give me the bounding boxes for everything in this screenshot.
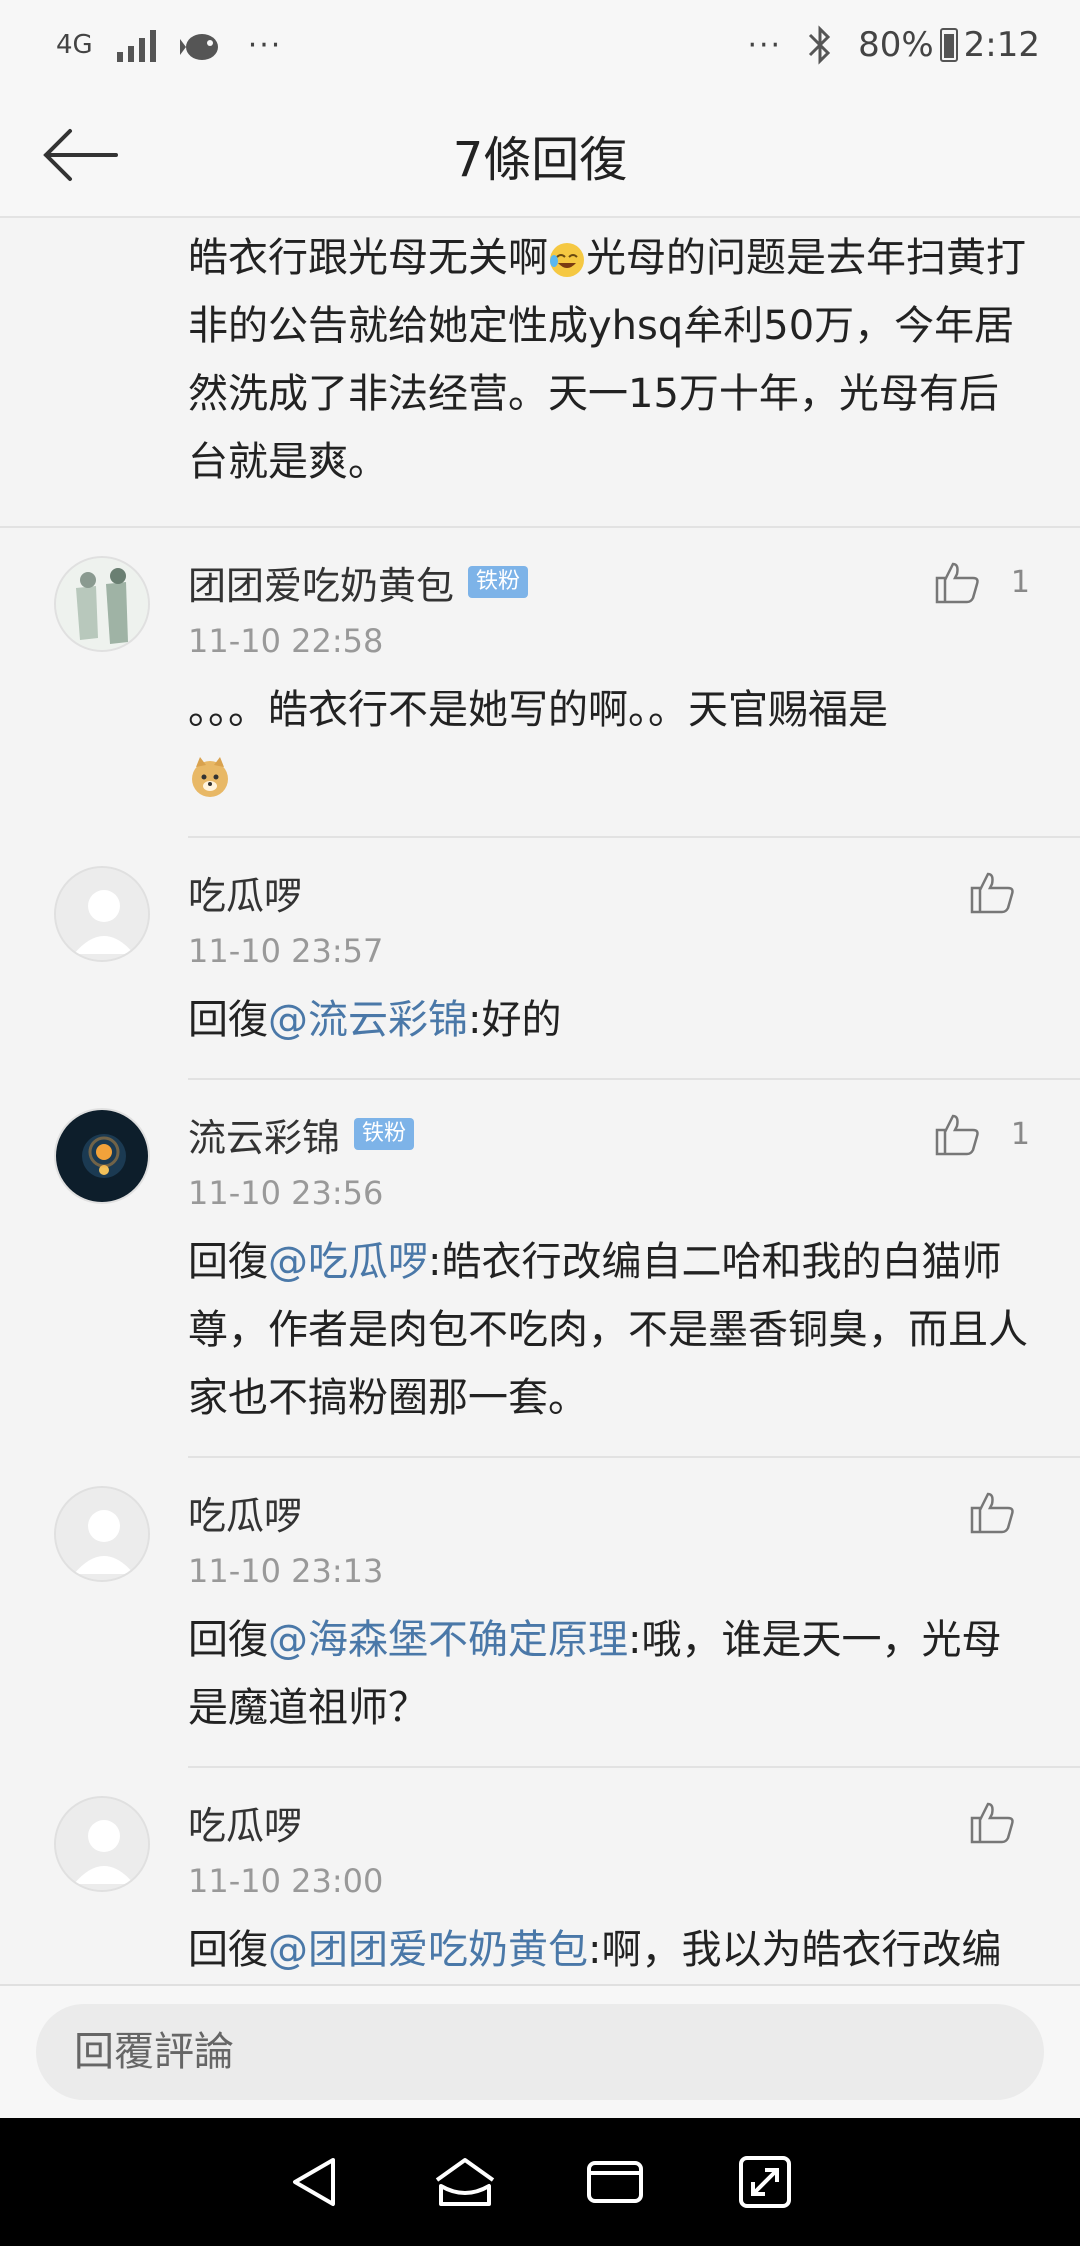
mention-link[interactable]: @吃瓜啰 [268,1239,428,1285]
like-area[interactable] [968,1490,1016,1534]
nav-recents-icon [587,2161,643,2203]
page-title: 7條回復 [452,132,628,188]
thumbs-up-icon[interactable] [968,1490,1016,1534]
reply-text-content: :好的 [468,997,562,1043]
reply-item[interactable]: 流云彩锦 铁粉 1 11-10 23:56 回復@吃瓜啰:皓衣行改编自二哈和我的… [0,1080,1080,1458]
mention-link[interactable]: @流云彩锦 [268,997,468,1043]
avatar[interactable] [54,556,150,652]
reply-text: 回復@团团爱吃奶黄包:啊，我以为皓衣行改编的我的二狗师傅什么的，都是dg，搞混了 [188,1916,1040,1984]
mention-link[interactable]: @海森堡不确定原理 [268,1617,628,1663]
reply-item[interactable]: 团团爱吃奶黄包 铁粉 1 11-10 22:58 。。。皓衣行不是她写的啊。。天… [0,528,1080,838]
nav-recents-button[interactable] [575,2142,655,2222]
name-row: 吃瓜啰 [188,1484,1040,1540]
username[interactable]: 团团爱吃奶黄包 [188,555,454,610]
username[interactable]: 吃瓜啰 [188,1795,302,1850]
expand-screen-icon [739,2156,791,2208]
name-row: 流云彩锦 铁粉 [188,1106,1040,1162]
status-left: 4G ··· [56,23,282,67]
laughing-crying-emoji-icon [550,243,584,277]
avatar-art-icon [56,558,148,650]
reply-text: 回復@吃瓜啰:皓衣行改编自二哈和我的白猫师尊，作者是肉包不吃肉，不是墨香铜臭，而… [188,1228,1040,1432]
username[interactable]: 吃瓜啰 [188,1485,302,1540]
nav-home-button[interactable] [425,2142,505,2222]
battery-percent: 80% [858,25,934,65]
status-bar: 4G ··· ··· 80% 2:12 [0,0,1080,90]
status-right: ··· 80% 2:12 [747,25,1040,65]
lantern-avatar-icon [56,1110,148,1202]
system-nav-bar [0,2118,1080,2246]
nav-back-button[interactable] [275,2142,355,2222]
reply-comment-input[interactable]: 回覆評論 [36,2004,1044,2100]
fish-app-icon [179,34,218,60]
avatar[interactable] [54,1486,150,1582]
reply-item[interactable]: 吃瓜啰 11-10 23:00 回復@团团爱吃奶黄包:啊，我以为皓衣行改编的我的… [0,1768,1080,1984]
reply-item[interactable]: 吃瓜啰 11-10 23:13 回復@海森堡不确定原理:哦，谁是天一，光母是魔道… [0,1458,1080,1768]
default-avatar-icon [56,868,148,960]
bottom-bar: 回覆評論 [0,1984,1080,2118]
reply-text: 回復@海森堡不确定原理:哦，谁是天一，光母是魔道祖师？ [188,1606,1040,1742]
battery-icon [939,28,958,62]
reply-text: 。。。皓衣行不是她写的啊。。天官赐福是 [188,676,1040,812]
username[interactable]: 吃瓜啰 [188,865,302,920]
status-more-dots: ··· [247,27,283,63]
reply-prefix: 回復 [188,997,268,1043]
timestamp: 11-10 23:56 [188,1174,384,1212]
doge-emoji-icon [192,757,228,797]
like-area[interactable] [968,1800,1016,1844]
reply-prefix: 回復 [188,1617,268,1663]
reply-item[interactable]: 吃瓜啰 11-10 23:57 回復@流云彩锦:好的 [0,838,1080,1080]
thumbs-up-icon[interactable] [933,1112,981,1156]
fan-badge: 铁粉 [354,1118,415,1150]
like-area[interactable]: 1 [933,1112,1030,1156]
reply-prefix: 回復 [188,1239,268,1285]
signal-icon [116,28,156,62]
reply-prefix: 回復 [188,1927,268,1973]
like-area[interactable]: 1 [933,560,1030,604]
reply-text-content: 。。。皓衣行不是她写的啊。。天官赐福是 [188,687,888,733]
main-reply-text: 皓衣行跟光母无关啊 光母的问题是去年扫黄打非的公告就给她定性成yhsq牟利50万，… [0,220,1080,528]
avatar[interactable] [54,1108,150,1204]
timestamp: 11-10 23:13 [188,1552,384,1590]
name-row: 团团爱吃奶黄包 铁粉 [188,554,1040,610]
avatar[interactable] [54,1796,150,1892]
username[interactable]: 流云彩锦 [188,1107,340,1162]
avatar[interactable] [54,866,150,962]
fan-badge: 铁粉 [468,566,529,598]
mention-link[interactable]: @团团爱吃奶黄包 [268,1927,588,1973]
timestamp: 11-10 23:00 [188,1862,384,1900]
name-row: 吃瓜啰 [188,1794,1040,1850]
nav-back-icon [293,2158,335,2206]
timestamp: 11-10 22:58 [188,622,384,660]
like-count: 1 [1010,1116,1030,1152]
like-count: 1 [1010,564,1030,600]
timestamp: 11-10 23:57 [188,932,384,970]
header: 7條回復 [0,90,1080,218]
thumbs-up-icon[interactable] [968,1800,1016,1844]
like-area[interactable] [968,870,1016,914]
default-avatar-icon [56,1798,148,1890]
network-label: 4G [56,30,93,60]
thumbs-up-icon[interactable] [968,870,1016,914]
clock: 2:12 [963,25,1040,65]
name-row: 吃瓜啰 [188,864,1040,920]
default-avatar-icon [56,1488,148,1580]
main-reply-text-a: 皓衣行跟光母无关啊 [188,235,548,281]
nav-expand-button[interactable] [725,2142,805,2222]
nav-home-icon [435,2158,495,2206]
status-more-dots-right: ··· [747,27,783,63]
bluetooth-icon [809,25,831,65]
thumbs-up-icon[interactable] [933,560,981,604]
reply-text: 回復@流云彩锦:好的 [188,986,1040,1054]
reply-list[interactable]: 皓衣行跟光母无关啊 光母的问题是去年扫黄打非的公告就给她定性成yhsq牟利50万，… [0,220,1080,1984]
